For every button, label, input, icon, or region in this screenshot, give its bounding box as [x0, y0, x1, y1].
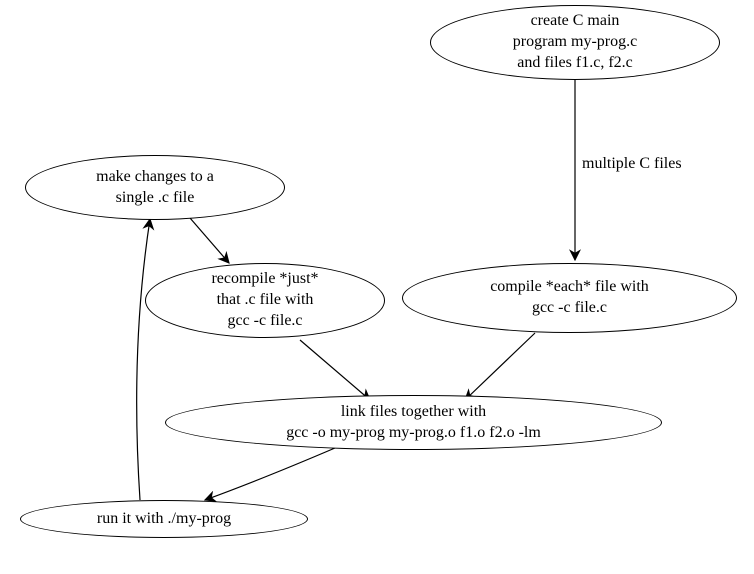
node-create-label: create C main program my-prog.c and file… [513, 11, 637, 73]
node-create: create C main program my-prog.c and file… [430, 5, 720, 80]
node-recompile-label: recompile *just* that .c file with gcc -… [211, 269, 318, 331]
node-make-changes: make changes to a single .c file [25, 155, 285, 220]
node-link-label: link files together with gcc -o my-prog … [286, 402, 541, 444]
node-run-label: run it with ./my-prog [97, 509, 231, 530]
edge-label-multiple-files-text: multiple C files [582, 155, 682, 172]
node-make-changes-label: make changes to a single .c file [96, 167, 214, 209]
node-compile-each: compile *each* file with gcc -c file.c [402, 263, 737, 333]
node-recompile: recompile *just* that .c file with gcc -… [145, 263, 385, 338]
node-compile-each-label: compile *each* file with gcc -c file.c [490, 277, 649, 319]
node-run: run it with ./my-prog [20, 500, 308, 538]
edge-label-multiple-files: multiple C files [582, 155, 682, 173]
node-link: link files together with gcc -o my-prog … [165, 395, 662, 450]
